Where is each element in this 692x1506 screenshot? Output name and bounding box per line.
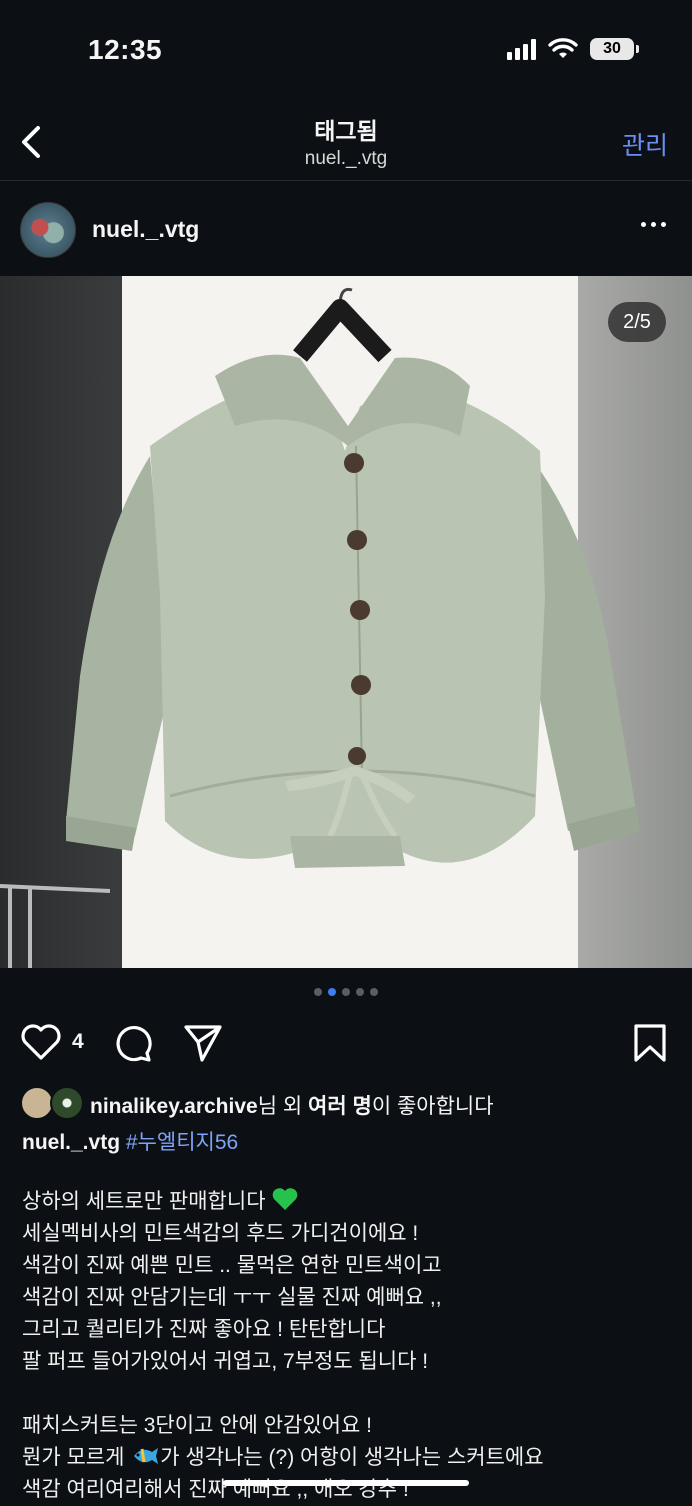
caption-line: 색감 여리여리해서 진짜 예뻐요 ,, 애오 강추 ! [22, 1478, 409, 1501]
caption-header: nuel._.vtg #누엘티지56 [22, 1126, 238, 1156]
post-header: nuel._.vtg [0, 182, 692, 276]
carousel-dot [342, 988, 350, 996]
bookmark-icon[interactable] [632, 1022, 668, 1064]
image-counter: 2/5 [608, 302, 666, 342]
carousel-dot [356, 988, 364, 996]
carousel-dots [0, 988, 692, 996]
status-icons: 30 [507, 38, 639, 60]
caption-text: 상하의 세트로만 판매합니다 세실멕비사의 민트색감의 후드 가디건이에요 ! … [22, 1186, 682, 1506]
green-heart-icon [273, 1188, 298, 1210]
caption-line: 팔 퍼프 들어가있어서 귀엽고, 7부정도 됩니다 ! [22, 1350, 429, 1373]
liked-by-suffix-2: 이 좋아합니다 [371, 1095, 494, 1118]
page-title: 태그됨 [314, 118, 378, 144]
caption-line: 뭔가 모르게 가 생각나는 (?) 어항이 생각나는 스커트에요 [22, 1446, 544, 1469]
caption-line: 색감이 진짜 예쁜 민트 .. 물먹은 연한 민트색이고 [22, 1254, 442, 1277]
liked-by-user[interactable]: ninalikey.archive [90, 1095, 258, 1118]
carousel-dot [370, 988, 378, 996]
liked-by[interactable]: ninalikey.archive님 외 여러 명이 좋아합니다 [20, 1084, 680, 1120]
battery-level: 30 [603, 40, 621, 57]
carousel-dot-active [328, 988, 336, 996]
home-indicator [223, 1480, 469, 1486]
carousel-dot [314, 988, 322, 996]
jacket-illustration [0, 287, 640, 968]
caption-line: 세실멕비사의 민트색감의 후드 가디건이에요 ! [22, 1222, 419, 1245]
action-bar: 4 [0, 1018, 692, 1068]
liker-avatar [20, 1086, 54, 1120]
cellular-signal-icon [507, 38, 536, 60]
caption-line: 패치스커트는 3단이고 안에 안감있어요 ! [22, 1414, 372, 1437]
like-count[interactable]: 4 [72, 1030, 84, 1054]
status-bar: 12:35 30 [0, 0, 692, 100]
caption-username[interactable]: nuel._.vtg [22, 1131, 120, 1154]
liked-by-suffix-1: 님 외 [257, 1095, 309, 1118]
nav-bar: 태그됨 nuel._.vtg 관리 [0, 100, 692, 181]
liked-by-text: ninalikey.archive님 외 여러 명이 좋아합니다 [90, 1090, 494, 1120]
caption-line: 색감이 진짜 안담기는데 ㅜㅜ 실물 진짜 예뻐요 ,, [22, 1286, 442, 1309]
post-image[interactable]: 2/5 [0, 276, 692, 968]
wifi-icon [548, 38, 578, 58]
comment-icon[interactable] [112, 1022, 154, 1064]
liker-avatar [50, 1086, 84, 1120]
caption-line: 상하의 세트로만 판매합니다 [22, 1186, 682, 1218]
liked-by-others[interactable]: 여러 명 [308, 1095, 372, 1118]
heart-icon[interactable] [20, 1022, 62, 1062]
avatar[interactable] [20, 202, 76, 258]
post-username[interactable]: nuel._.vtg [92, 216, 199, 243]
caption-line: 그리고 퀄리티가 진짜 좋아요 ! 탄탄합니다 [22, 1318, 386, 1341]
caption-hashtag[interactable]: #누엘티지56 [126, 1131, 238, 1154]
share-icon[interactable] [182, 1022, 224, 1064]
status-time: 12:35 [88, 34, 163, 65]
battery-icon: 30 [590, 38, 639, 60]
tropical-fish-icon [134, 1448, 159, 1464]
page-subtitle: nuel._.vtg [304, 148, 388, 169]
more-options-icon[interactable] [641, 222, 666, 227]
manage-button[interactable]: 관리 [622, 126, 668, 162]
caption-line [22, 1378, 682, 1410]
